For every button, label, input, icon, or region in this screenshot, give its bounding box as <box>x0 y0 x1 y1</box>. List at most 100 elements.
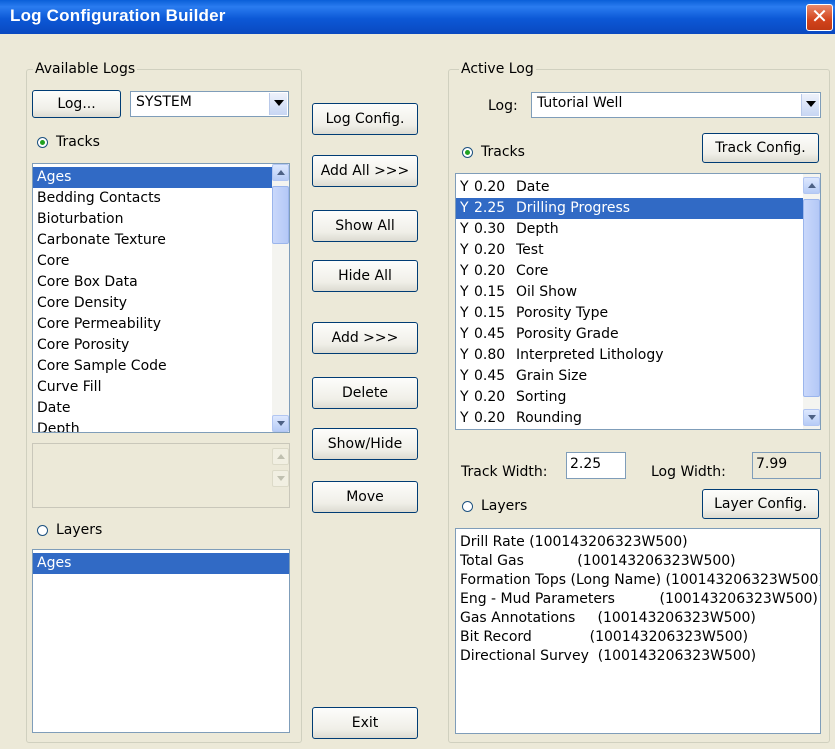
track-row[interactable]: Y 0.45 Porosity Grade <box>456 324 803 345</box>
list-item[interactable]: Core Sample Code <box>33 356 272 377</box>
log-config-button[interactable]: Log Config. <box>312 103 418 135</box>
track-row[interactable]: Y 0.20 Sorting <box>456 387 803 408</box>
track-width-value: 0.30 <box>474 221 506 237</box>
track-visible-flag: Y <box>460 305 469 321</box>
list-item[interactable]: Bit Record (100143206323W500) <box>456 628 820 647</box>
layer-config-button[interactable]: Layer Config. <box>702 489 819 519</box>
list-item[interactable]: Bioturbation <box>33 209 272 230</box>
scroll-down-button[interactable] <box>272 415 289 432</box>
show-hide-button[interactable]: Show/Hide <box>312 428 418 460</box>
track-name: Core <box>516 263 549 279</box>
move-button[interactable]: Move <box>312 481 418 513</box>
active-log-combo[interactable]: Tutorial Well <box>531 92 821 118</box>
list-item[interactable]: Ages <box>33 553 289 574</box>
list-item[interactable]: Core Density <box>33 293 272 314</box>
active-log-label: Log: <box>488 98 518 114</box>
hide-all-button[interactable]: Hide All <box>312 260 418 292</box>
list-item[interactable]: Core Permeability <box>33 314 272 335</box>
available-description-box <box>32 443 290 508</box>
track-visible-flag: Y <box>460 389 469 405</box>
scroll-thumb[interactable] <box>803 199 820 397</box>
track-row[interactable]: Y 0.80 Interpreted Lithology <box>456 345 803 366</box>
list-item[interactable]: Date <box>33 398 272 419</box>
track-name: Porosity Type <box>516 305 609 321</box>
list-item[interactable]: Core <box>33 251 272 272</box>
log-browse-button[interactable]: Log... <box>32 90 121 118</box>
list-item[interactable]: Drill Rate (100143206323W500) <box>456 533 820 552</box>
close-button[interactable]: ✕ <box>806 4 833 31</box>
exit-button[interactable]: Exit <box>312 707 418 739</box>
list-item[interactable]: Core Box Data <box>33 272 272 293</box>
list-item[interactable]: Depth <box>33 419 272 432</box>
log-width-label: Log Width: <box>651 464 726 480</box>
track-visible-flag: Y <box>460 429 474 430</box>
track-visible-flag: Y <box>460 242 469 258</box>
available-layers-list[interactable]: Ages <box>32 549 290 733</box>
chevron-down-icon[interactable] <box>801 94 819 116</box>
active-layers-radio[interactable]: Layers <box>462 498 527 514</box>
radio-unselected-icon <box>37 524 48 536</box>
available-tracks-scrollbar[interactable] <box>272 164 289 432</box>
list-item[interactable]: Ages <box>33 167 272 188</box>
track-name: Drilling Progress <box>516 200 631 216</box>
track-width-value: 0.20 <box>474 179 506 195</box>
chevron-down-icon[interactable] <box>269 93 287 115</box>
list-item[interactable]: Eng - Mud Parameters (100143206323W500) <box>456 590 820 609</box>
show-all-button[interactable]: Show All <box>312 210 418 242</box>
list-item[interactable]: Core Porosity <box>33 335 272 356</box>
track-width-value: 0.15 <box>474 284 506 300</box>
log-configuration-builder-window: Log Configuration Builder ✕ Available Lo… <box>0 0 835 749</box>
active-layers-list[interactable]: Drill Rate (100143206323W500) Total Gas (… <box>455 528 821 734</box>
add-all-button[interactable]: Add All >>> <box>312 155 418 187</box>
track-name: Interpreted Lithology <box>516 347 664 363</box>
add-button[interactable]: Add >>> <box>312 322 418 354</box>
track-visible-flag: Y <box>460 410 469 426</box>
available-log-combo-value: SYSTEM <box>136 94 192 110</box>
active-tracks-label: Tracks <box>481 144 525 160</box>
track-name: Oil Show <box>516 284 578 300</box>
track-row[interactable]: Y0.20 <box>456 429 803 430</box>
available-tracks-radio[interactable]: Tracks <box>37 134 100 150</box>
scroll-thumb[interactable] <box>272 186 289 244</box>
log-width-field: 7.99 <box>752 452 821 479</box>
list-item[interactable]: Curve Fill <box>33 377 272 398</box>
list-item[interactable]: Total Gas (100143206323W500) <box>456 552 820 571</box>
track-row[interactable]: Y 0.15 Porosity Type <box>456 303 803 324</box>
track-visible-flag: Y <box>460 326 469 342</box>
available-tracks-label: Tracks <box>56 134 100 150</box>
chevron-down-icon <box>808 415 816 420</box>
title-bar[interactable]: Log Configuration Builder ✕ <box>0 0 835 34</box>
track-row[interactable]: Y 0.20 Rounding <box>456 408 803 429</box>
track-row[interactable]: Y 0.45 Grain Size <box>456 366 803 387</box>
track-width-value: 0.45 <box>474 326 506 342</box>
track-row[interactable]: Y 2.25 Drilling Progress <box>456 198 803 219</box>
list-item[interactable]: Gas Annotations (100143206323W500) <box>456 609 820 628</box>
track-row[interactable]: Y 0.20 Date <box>456 177 803 198</box>
delete-button[interactable]: Delete <box>312 377 418 409</box>
available-layers-radio[interactable]: Layers <box>37 522 102 538</box>
description-scrollbar <box>272 444 289 507</box>
active-tracks-scrollbar[interactable] <box>803 174 820 429</box>
available-log-combo[interactable]: SYSTEM <box>130 91 289 117</box>
active-tracks-radio[interactable]: Tracks <box>462 144 525 160</box>
active-tracks-list[interactable]: Y 0.20 Date Y 2.25 Drilling Progress Y 0.30 Dept… <box>455 173 821 430</box>
available-layers-label: Layers <box>56 522 103 538</box>
scroll-up-button[interactable] <box>272 164 289 181</box>
scroll-up-button <box>272 448 289 465</box>
list-item[interactable]: Formation Tops (Long Name) (100143206323… <box>456 571 820 590</box>
track-row[interactable]: Y 0.30 Depth <box>456 219 803 240</box>
track-visible-flag: Y <box>460 284 469 300</box>
track-row[interactable]: Y 0.20 Test <box>456 240 803 261</box>
track-config-button[interactable]: Track Config. <box>702 133 819 163</box>
scroll-down-button[interactable] <box>803 409 820 426</box>
track-row[interactable]: Y 0.15 Oil Show <box>456 282 803 303</box>
track-width-field[interactable]: 2.25 <box>566 452 626 479</box>
track-row[interactable]: Y 0.20 Core <box>456 261 803 282</box>
list-item[interactable]: Carbonate Texture <box>33 230 272 251</box>
scroll-up-button[interactable] <box>803 177 820 194</box>
list-item[interactable]: Bedding Contacts <box>33 188 272 209</box>
list-item[interactable]: Directional Survey (100143206323W500) <box>456 647 820 666</box>
radio-selected-icon <box>462 146 473 158</box>
available-tracks-list[interactable]: Ages Bedding Contacts Bioturbation Carbonat… <box>32 163 290 433</box>
track-visible-flag: Y <box>460 368 469 384</box>
